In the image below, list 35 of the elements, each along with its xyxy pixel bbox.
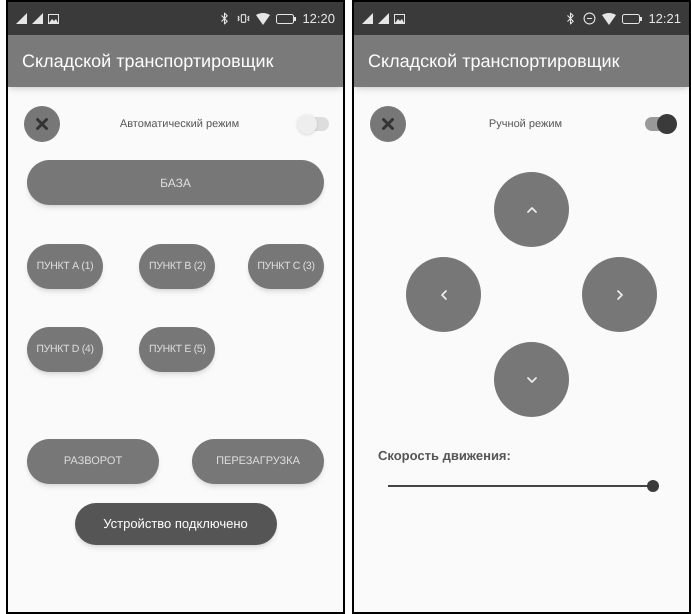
connection-status-button[interactable]: Устройство подключено [74, 503, 276, 545]
speed-slider[interactable] [388, 480, 659, 492]
base-button[interactable]: БАЗА [27, 160, 324, 205]
mode-switch[interactable] [645, 117, 675, 131]
speed-label: Скорость движения: [378, 447, 512, 465]
mode-label: Ручной режим [488, 116, 564, 132]
signal-icon [362, 13, 374, 24]
app-title: Складской транспортировщик [368, 50, 620, 73]
signal-icon [16, 13, 28, 24]
image-icon [394, 14, 405, 24]
mode-switch[interactable] [299, 117, 329, 131]
point-button[interactable]: ПУНКТ Е (5) [139, 327, 216, 372]
restart-button[interactable]: ПЕРЕЗАГРУЗКА [192, 439, 324, 484]
point-button[interactable]: ПУНКТ D (4) [27, 327, 103, 372]
signal-icon [378, 13, 390, 24]
point-button[interactable]: ПУНКТ С (3) [248, 244, 324, 289]
clock-time: 12:20 [302, 10, 335, 28]
mode-label: Автоматический режим [118, 116, 240, 132]
turn-around-button[interactable]: РАЗВОРОТ [27, 439, 159, 484]
battery-icon [276, 14, 296, 24]
close-button[interactable] [370, 106, 406, 142]
vibrate-icon [237, 12, 250, 25]
point-button[interactable]: ПУНКТ А (1) [27, 244, 103, 289]
clock-time: 12:21 [648, 10, 681, 28]
signal-icon [32, 13, 44, 24]
wifi-icon [256, 12, 270, 24]
image-icon [48, 14, 59, 24]
battery-icon [622, 14, 642, 24]
wifi-icon [602, 12, 616, 24]
do-not-disturb-icon [583, 12, 596, 25]
close-icon [379, 115, 397, 133]
close-button[interactable] [24, 106, 60, 142]
point-button[interactable]: ПУНКТ В (2) [139, 244, 216, 289]
app-title: Складской транспортировщик [22, 50, 274, 73]
close-icon [33, 115, 51, 133]
